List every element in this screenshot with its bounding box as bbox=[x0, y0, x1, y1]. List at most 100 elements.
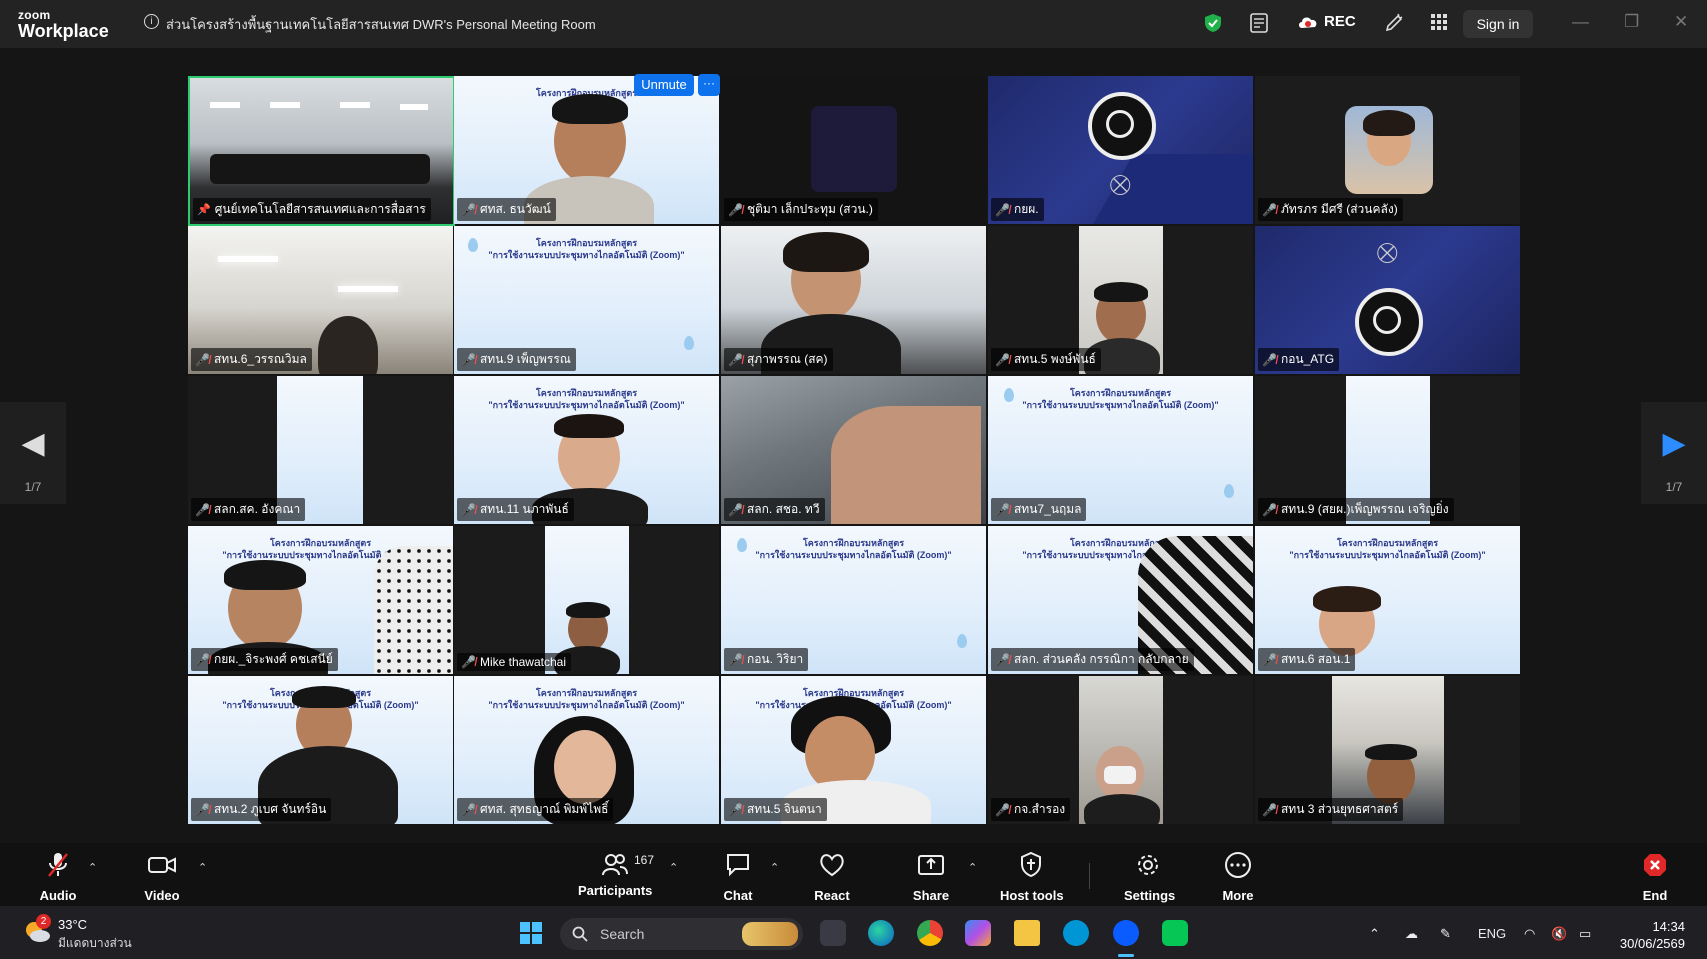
participant-name: สทน.6 สอน.1 bbox=[1280, 652, 1351, 666]
participant-name: สลก. ส่วนคลัง กรรณิกา กลับกลาย bbox=[1013, 652, 1189, 666]
video-tile[interactable]: โครงการฝึกอบรมหลักสูตร "การใช้งานระบบประ… bbox=[188, 526, 453, 674]
muted-mic-icon: 🎤̸ bbox=[995, 352, 1010, 367]
video-tile[interactable]: 🎤̸ ชุติมา เล็กประทุม (สวน.) bbox=[721, 76, 986, 224]
participant-label: 🎤̸ สทน7_นฤมล bbox=[991, 498, 1087, 521]
chrome-icon[interactable] bbox=[917, 920, 943, 946]
muted-mic-icon: 🎤̸ bbox=[1262, 502, 1277, 517]
video-tile[interactable]: โครงการฝึกอบรมหลักสูตร "การใช้งานระบบประ… bbox=[454, 676, 719, 824]
video-tile[interactable]: 🎤̸ Mike thawatchai bbox=[454, 526, 719, 674]
muted-mic-icon: 🎤̸ bbox=[995, 652, 1010, 667]
video-tile[interactable]: ⛒ 🎤̸ กยผ. bbox=[988, 76, 1253, 224]
react-button[interactable]: React bbox=[812, 851, 852, 903]
participant-name: กยผ. bbox=[1013, 202, 1039, 216]
apps-grid-icon[interactable] bbox=[1431, 14, 1448, 31]
muted-mic-icon: 🎤̸ bbox=[995, 202, 1010, 217]
onedrive-icon[interactable]: ☁ bbox=[1405, 926, 1418, 942]
audio-label: Audio bbox=[39, 888, 77, 903]
search-highlight-image bbox=[742, 922, 798, 946]
maximize-icon[interactable]: ❐ bbox=[1624, 12, 1639, 32]
participant-count: 167 bbox=[634, 853, 655, 867]
rec-label: REC bbox=[1324, 13, 1356, 30]
task-view-icon[interactable] bbox=[820, 920, 846, 946]
chat-button[interactable]: Chat bbox=[718, 851, 758, 903]
logo-bottom: Workplace bbox=[18, 21, 109, 41]
input-language[interactable]: ENG bbox=[1478, 926, 1506, 941]
speaker-muted-icon[interactable]: 🔇 bbox=[1551, 926, 1567, 942]
video-tile[interactable]: โครงการฝึกอบรมหลักสูตร "การใช้งานระบบประ… bbox=[721, 676, 986, 824]
host-tools-button[interactable]: Host tools bbox=[1000, 851, 1064, 903]
previous-page-button[interactable]: ◀ 1/7 bbox=[0, 402, 66, 504]
pin-icon: 📌 bbox=[197, 204, 211, 216]
end-meeting-button[interactable]: End bbox=[1640, 851, 1670, 903]
close-icon[interactable]: ✕ bbox=[1674, 12, 1688, 32]
video-tile[interactable]: 🎤̸ สลก.สค. อังคณา bbox=[188, 376, 453, 524]
pen-input-icon[interactable]: ✎ bbox=[1440, 926, 1451, 942]
windows-start-icon[interactable] bbox=[519, 921, 543, 945]
video-tile[interactable]: โครงการฝึกอบรมหลักสูตร "การใช้งานระบบประ… bbox=[1255, 526, 1520, 674]
video-tile[interactable]: ⛒ 🎤̸ กอน_ATG bbox=[1255, 226, 1520, 374]
weather-widget[interactable]: 2 bbox=[22, 914, 52, 951]
annotate-icon[interactable] bbox=[1384, 13, 1404, 33]
video-options-caret-icon[interactable]: ⌃ bbox=[198, 861, 207, 874]
video-tile[interactable]: โครงการฝึกอบรมหลักสูตร "การใช้งานระบบประ… bbox=[454, 376, 719, 524]
unmute-button[interactable]: Unmute bbox=[634, 74, 694, 96]
info-icon[interactable]: i bbox=[144, 14, 159, 29]
battery-icon[interactable]: ▭ bbox=[1579, 926, 1591, 942]
line-app-icon[interactable] bbox=[1162, 920, 1188, 946]
participant-label: 🎤̸ สทน.2 ภูเบศ จันทร์อิน bbox=[191, 798, 332, 821]
audio-button[interactable]: Audio bbox=[36, 851, 80, 903]
video-tile[interactable]: 🎤̸ ภัทรภร มีศรี (ส่วนคลัง) bbox=[1255, 76, 1520, 224]
video-tile[interactable]: โครงการฝึกอบรมหลักสูตร "การใช้งานระบบประ… bbox=[721, 526, 986, 674]
video-tile[interactable]: โครงการฝึกอบรมหลักสูตร "การใช้งานระบบประ… bbox=[454, 226, 719, 374]
video-tile[interactable]: โครงการฝึกอบรมหลักสูตร "การใช้งานระบบประ… bbox=[188, 676, 453, 824]
video-tile[interactable]: 🎤̸ สุภาพรรณ (สค) bbox=[721, 226, 986, 374]
video-tile[interactable]: โครงการฝึกอบรมหลักสูตร "การใช้งานระบบประ… bbox=[988, 526, 1253, 674]
participant-label: 🎤̸ กยผ._จิระพงศ์ คชเสนีย์ bbox=[191, 648, 338, 671]
share-options-caret-icon[interactable]: ⌃ bbox=[968, 861, 977, 874]
video-tile[interactable]: โครงการฝึกอบรมหลักสูตร 🎤̸ ศทส. ธนวัฒน์ bbox=[454, 76, 719, 224]
system-clock[interactable]: 14:34 30/06/2569 bbox=[1620, 918, 1685, 952]
more-button[interactable]: More bbox=[1220, 851, 1256, 903]
edge-browser-icon[interactable] bbox=[868, 920, 894, 946]
end-call-icon bbox=[1644, 854, 1666, 876]
page-indicator-left: 1/7 bbox=[24, 480, 42, 494]
participant-label: 🎤̸ สุภาพรรณ (สค) bbox=[724, 348, 833, 371]
recording-indicator[interactable]: REC bbox=[1297, 13, 1356, 30]
obs-logo bbox=[1355, 288, 1423, 356]
shield-check-icon[interactable] bbox=[1204, 13, 1222, 33]
hp-app-icon[interactable] bbox=[1063, 920, 1089, 946]
participants-button[interactable]: 167 Participants bbox=[578, 851, 654, 898]
copilot-icon[interactable] bbox=[965, 920, 991, 946]
audio-options-caret-icon[interactable]: ⌃ bbox=[88, 861, 97, 874]
file-explorer-icon[interactable] bbox=[1014, 920, 1040, 946]
sign-in-button[interactable]: Sign in bbox=[1463, 10, 1533, 38]
wifi-icon[interactable]: ◠ bbox=[1524, 926, 1535, 942]
tile-more-options-button[interactable]: ··· bbox=[698, 74, 720, 96]
minimize-icon[interactable]: — bbox=[1572, 12, 1589, 32]
notes-icon[interactable] bbox=[1250, 13, 1268, 33]
video-tile[interactable]: 📌 ศูนย์เทคโนโลยีสารสนเทศและการสื่อสาร bbox=[188, 76, 455, 226]
zoom-app-icon[interactable] bbox=[1113, 920, 1139, 946]
show-hidden-icons-caret[interactable]: ⌃ bbox=[1369, 926, 1380, 942]
video-button[interactable]: Video bbox=[140, 851, 184, 903]
next-page-button[interactable]: ▶ 1/7 bbox=[1641, 402, 1707, 504]
settings-button[interactable]: Settings bbox=[1124, 851, 1175, 903]
participant-name: กจ.สำรอง bbox=[1013, 802, 1066, 816]
video-tile[interactable]: 🎤̸ สลก. สชอ. ทวี bbox=[721, 376, 986, 524]
toolbar-divider bbox=[1089, 863, 1090, 889]
muted-mic-icon: 🎤̸ bbox=[995, 502, 1010, 517]
muted-mic-icon: 🎤̸ bbox=[728, 802, 743, 817]
video-tile[interactable]: 🎤̸ กจ.สำรอง bbox=[988, 676, 1253, 824]
participant-name: สทน.9 เพ็ญพรรณ bbox=[479, 352, 571, 366]
heart-icon bbox=[820, 854, 844, 877]
video-tile[interactable]: 🎤̸ สทน.9 (สยผ.)เพ็ญพรรณ เจริญยิ่ง bbox=[1255, 376, 1520, 524]
chat-options-caret-icon[interactable]: ⌃ bbox=[770, 861, 779, 874]
participants-options-caret-icon[interactable]: ⌃ bbox=[669, 861, 678, 874]
video-tile[interactable]: 🎤̸ สทน.5 พงษ์พันธ์ bbox=[988, 226, 1253, 374]
share-button[interactable]: Share bbox=[911, 851, 951, 903]
muted-mic-icon: 🎤̸ bbox=[728, 202, 743, 217]
video-tile[interactable]: 🎤̸ สทน.6_วรรณวิมล bbox=[188, 226, 453, 374]
video-tile[interactable]: โครงการฝึกอบรมหลักสูตร "การใช้งานระบบประ… bbox=[988, 376, 1253, 524]
participant-name: สทน.2 ภูเบศ จันทร์อิน bbox=[213, 802, 327, 816]
video-tile[interactable]: 🎤̸ สทน 3 ส่วนยุทธศาสตร์ bbox=[1255, 676, 1520, 824]
